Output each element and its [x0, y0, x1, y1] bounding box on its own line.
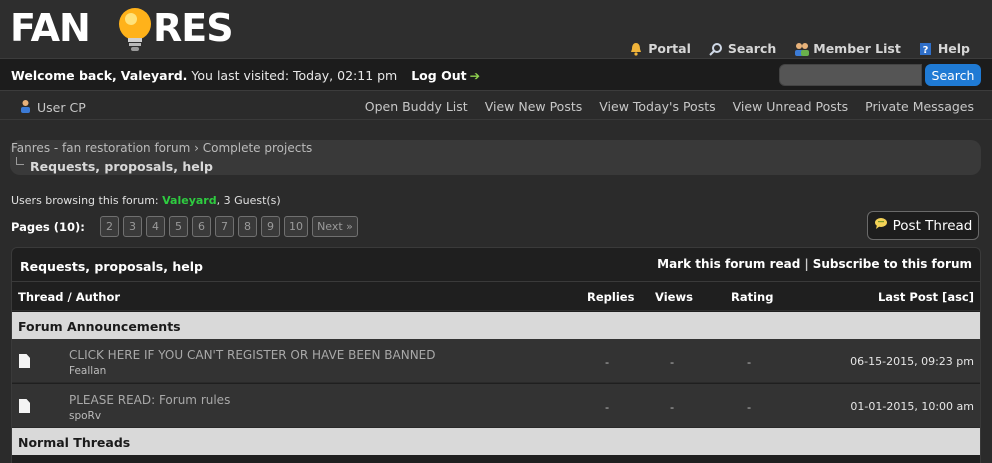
column-rating[interactable]: Rating [731, 290, 773, 304]
last-post-cell[interactable]: 06-15-2015, 09:23 pm [850, 355, 974, 368]
breadcrumb-category[interactable]: Complete projects [203, 141, 313, 155]
page-link[interactable]: 7 [215, 216, 234, 237]
logout-label: Log Out [411, 68, 467, 83]
user-cp-label: User CP [37, 100, 86, 115]
next-page-button[interactable]: Next » [312, 216, 358, 237]
browsing-guests: , 3 Guest(s) [216, 194, 281, 207]
welcome-username: Valeyard. [120, 68, 188, 83]
portal-link[interactable]: Portal [629, 41, 691, 56]
member-list-link[interactable]: Member List [794, 41, 901, 56]
forum-header: Requests, proposals, help Mark this foru… [12, 248, 980, 282]
forum-title: Requests, proposals, help [20, 259, 203, 274]
buddy-list-link[interactable]: Open Buddy List [365, 99, 468, 114]
page-link[interactable]: 4 [146, 216, 165, 237]
page-link[interactable]: 10 [284, 216, 308, 237]
tree-branch-icon [16, 157, 24, 165]
help-label: Help [937, 41, 970, 56]
post-thread-label: Post Thread [892, 217, 973, 234]
help-link[interactable]: ? Help [919, 41, 970, 56]
column-replies[interactable]: Replies [587, 290, 634, 304]
replies-cell: - [605, 355, 610, 369]
logout-arrow-icon: ➔ [469, 68, 481, 83]
browsing-prefix: Users browsing this forum: [11, 194, 159, 207]
thread-author-link[interactable]: Feallan [69, 365, 106, 377]
new-posts-link[interactable]: View New Posts [485, 99, 583, 114]
search-button[interactable]: Search [925, 64, 981, 86]
document-icon [19, 399, 30, 413]
table-row: PLEASE READ: Forum rules spoRv - - - 01-… [12, 384, 980, 428]
subscribe-forum-link[interactable]: Subscribe to this forum [813, 257, 972, 271]
page-link[interactable]: 3 [123, 216, 142, 237]
thread-author-link[interactable]: spoRv [69, 410, 101, 422]
column-views[interactable]: Views [655, 290, 693, 304]
todays-posts-link[interactable]: View Today's Posts [599, 99, 715, 114]
search-link[interactable]: Search [709, 41, 776, 56]
top-nav: Portal Search Member List ? Help [629, 41, 970, 56]
fanres-logo[interactable]: FAN RES [10, 2, 260, 56]
normal-threads-section: Normal Threads [12, 428, 980, 455]
page-link[interactable]: 6 [192, 216, 211, 237]
welcome-message: Welcome back, Valeyard. You last visited… [11, 68, 480, 83]
logout-link[interactable]: Log Out ➔ [411, 68, 480, 83]
views-cell: - [670, 355, 675, 369]
speech-bubble-icon [874, 217, 888, 234]
document-icon [19, 354, 30, 368]
browsing-user-link[interactable]: Valeyard [162, 194, 216, 207]
bell-icon [629, 42, 643, 56]
unread-posts-link[interactable]: View Unread Posts [733, 99, 849, 114]
pages-label: Pages (10): [11, 220, 85, 234]
svg-text:?: ? [922, 45, 928, 56]
last-visited-text: You last visited: Today, 02:11 pm [191, 68, 398, 83]
breadcrumb-trail: Fanres - fan restoration forum › Complet… [11, 141, 312, 155]
column-headers: Thread / Author Replies Views Rating Las… [12, 282, 980, 311]
breadcrumb-separator: › [194, 141, 199, 155]
page-link[interactable]: 8 [238, 216, 257, 237]
magnifier-icon [709, 42, 723, 56]
thread-list-table: Requests, proposals, help Mark this foru… [11, 247, 981, 463]
last-post-cell[interactable]: 01-01-2015, 10:00 am [850, 400, 974, 413]
page-link[interactable]: 5 [169, 216, 188, 237]
welcome-bar: Welcome back, Valeyard. You last visited… [0, 58, 992, 91]
welcome-prefix: Welcome back, [11, 68, 117, 83]
post-thread-button[interactable]: Post Thread [867, 211, 979, 240]
help-book-icon: ? [919, 42, 933, 56]
replies-cell: - [605, 400, 610, 414]
user-icon [19, 99, 32, 116]
user-cp-link[interactable]: User CP [19, 99, 86, 116]
announcements-section: Forum Announcements [12, 312, 980, 339]
member-list-label: Member List [813, 41, 901, 56]
page-link[interactable]: 9 [261, 216, 280, 237]
search-input[interactable] [779, 64, 922, 86]
site-header: FAN RES Portal Search Member List ? Help [0, 0, 992, 58]
users-browsing: Users browsing this forum: Valeyard, 3 G… [11, 194, 281, 207]
table-row: CLICK HERE IF YOU CAN'T REGISTER OR HAVE… [12, 339, 980, 383]
mark-forum-read-link[interactable]: Mark this forum read [657, 257, 800, 271]
forum-actions: Mark this forum read | Subscribe to this f… [657, 257, 972, 271]
actions-separator: | [804, 257, 809, 271]
breadcrumb-current: Requests, proposals, help [30, 159, 213, 174]
column-thread-author[interactable]: Thread / Author [18, 290, 120, 304]
breadcrumb-home[interactable]: Fanres - fan restoration forum [11, 141, 190, 155]
portal-label: Portal [648, 41, 691, 56]
section-title: Normal Threads [18, 435, 131, 450]
members-icon [794, 42, 810, 56]
thread-title-link[interactable]: PLEASE READ: Forum rules [69, 393, 230, 407]
page-link[interactable]: 2 [100, 216, 119, 237]
thread-title-link[interactable]: CLICK HERE IF YOU CAN'T REGISTER OR HAVE… [69, 348, 436, 362]
svg-text:FAN: FAN [10, 6, 90, 50]
search-link-label: Search [727, 41, 777, 56]
section-title: Forum Announcements [18, 319, 181, 334]
svg-text:RES: RES [153, 6, 233, 50]
rating-cell: - [747, 400, 752, 414]
rating-cell: - [747, 355, 752, 369]
breadcrumb: Fanres - fan restoration forum › Complet… [10, 140, 981, 175]
user-cp-links: Open Buddy List View New Posts View Toda… [365, 99, 974, 114]
private-messages-link[interactable]: Private Messages [865, 99, 974, 114]
column-last-post[interactable]: Last Post [asc] [878, 290, 974, 304]
user-cp-bar: User CP Open Buddy List View New Posts V… [0, 92, 992, 120]
pagination: 2 3 4 5 6 7 8 9 10 Next » [100, 216, 358, 237]
views-cell: - [670, 400, 675, 414]
